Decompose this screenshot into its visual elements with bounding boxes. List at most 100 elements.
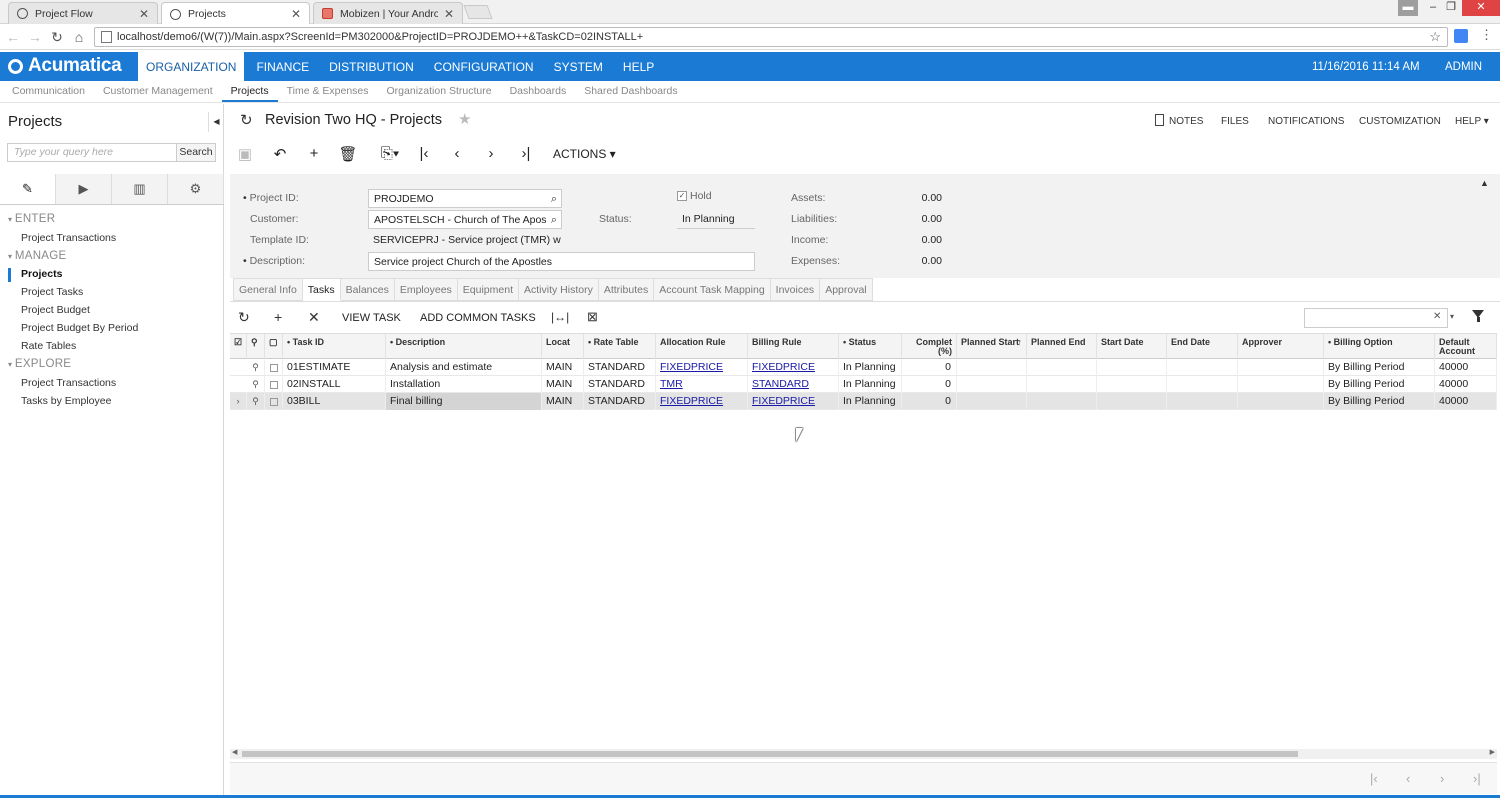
- subnav-organization-structure[interactable]: Organization Structure: [378, 81, 501, 102]
- header-datetime[interactable]: 11/16/2016 11:14 AM: [1312, 52, 1420, 82]
- cell-task-id[interactable]: 03BILL: [283, 393, 386, 410]
- notes-link[interactable]: NOTES: [1169, 116, 1203, 127]
- col-planned-end[interactable]: Planned End: [1027, 334, 1097, 359]
- subnav-customer-management[interactable]: Customer Management: [94, 81, 222, 102]
- cell-billing-option[interactable]: By Billing Period: [1324, 376, 1435, 393]
- cell-approver[interactable]: [1238, 376, 1324, 393]
- search-icon[interactable]: ⌕: [551, 211, 557, 228]
- help-link[interactable]: HELP ▾: [1455, 116, 1489, 127]
- customization-link[interactable]: CUSTOMIZATION: [1359, 116, 1441, 127]
- window-close-icon[interactable]: ✕: [1462, 0, 1500, 16]
- cell-rate-table[interactable]: STANDARD: [584, 393, 656, 410]
- next-record-icon[interactable]: ›: [481, 145, 501, 162]
- cell-start-date[interactable]: [1097, 359, 1167, 376]
- sidebar-item-project-tasks[interactable]: Project Tasks: [21, 286, 83, 298]
- browser-tab-projects[interactable]: Projects ✕: [161, 2, 310, 25]
- table-row-selected[interactable]: › ⚲ 03BILL Final billing MAIN STANDARD F…: [230, 393, 1497, 410]
- cell-description[interactable]: Installation: [386, 376, 542, 393]
- refresh-icon[interactable]: ↻: [240, 111, 253, 129]
- chevron-down-icon[interactable]: ▾: [1450, 312, 1454, 321]
- customer-field[interactable]: APOSTELSCH - Church of The Apos ⌕: [368, 210, 562, 229]
- col-approver[interactable]: Approver: [1238, 334, 1324, 359]
- col-planned-start[interactable]: Planned Start ↑: [957, 334, 1027, 359]
- browser-tab-project-flow[interactable]: Project Flow ✕: [8, 2, 158, 24]
- save-icon[interactable]: ▣: [235, 145, 255, 163]
- back-icon[interactable]: ←: [4, 28, 22, 46]
- browser-tab-mobizen[interactable]: Mobizen | Your Android ✕: [313, 2, 463, 24]
- delete-icon[interactable]: 🗑: [338, 145, 358, 163]
- cell-billing-rule-link[interactable]: FIXEDPRICE: [748, 393, 839, 410]
- table-row[interactable]: ⚲ 01ESTIMATE Analysis and estimate MAIN …: [230, 359, 1497, 376]
- attachment-icon[interactable]: ⚲: [247, 359, 265, 376]
- close-icon[interactable]: ✕: [291, 7, 301, 21]
- cell-end-date[interactable]: [1167, 359, 1238, 376]
- col-default-account[interactable]: Default Account: [1435, 334, 1497, 359]
- view-task-button[interactable]: VIEW TASK: [342, 312, 401, 324]
- profile-icon[interactable]: ▬: [1398, 0, 1418, 16]
- fit-columns-icon[interactable]: |↔|: [551, 310, 569, 324]
- close-icon[interactable]: ✕: [444, 7, 454, 21]
- last-record-icon[interactable]: ›|: [516, 145, 536, 162]
- actions-menu[interactable]: ACTIONS ▾: [553, 147, 616, 161]
- sidebar-item-rate-tables[interactable]: Rate Tables: [21, 340, 76, 352]
- export-excel-icon[interactable]: ⊠: [587, 309, 598, 325]
- col-completed[interactable]: Complet (%): [902, 334, 957, 359]
- first-record-icon[interactable]: |‹: [414, 145, 434, 162]
- cell-default-account[interactable]: 40000: [1435, 393, 1497, 410]
- cell-approver[interactable]: [1238, 393, 1324, 410]
- prev-record-icon[interactable]: ‹: [447, 145, 467, 162]
- sidebar-search-button[interactable]: Search: [176, 143, 216, 162]
- hold-checkbox[interactable]: ✓: [677, 191, 687, 201]
- tab-general-info[interactable]: General Info: [233, 278, 303, 301]
- acumatica-logo[interactable]: Acumatica: [8, 55, 122, 77]
- report-icon[interactable]: ▥: [112, 174, 168, 204]
- collapse-form-icon[interactable]: ▲: [1480, 178, 1489, 188]
- nav-finance[interactable]: FINANCE: [248, 52, 317, 81]
- tab-invoices[interactable]: Invoices: [770, 278, 821, 301]
- cell-allocation-rule-link[interactable]: TMR: [656, 376, 748, 393]
- tab-equipment[interactable]: Equipment: [457, 278, 519, 301]
- col-status[interactable]: • Status: [839, 334, 902, 359]
- cell-start-date[interactable]: [1097, 393, 1167, 410]
- undo-icon[interactable]: ↶: [270, 145, 290, 163]
- cell-completed[interactable]: 0: [902, 376, 957, 393]
- cell-rate-table[interactable]: STANDARD: [584, 376, 656, 393]
- sidebar-item-tasks-by-employee[interactable]: Tasks by Employee: [21, 395, 111, 407]
- subnav-time-expenses[interactable]: Time & Expenses: [278, 81, 378, 102]
- row-notes-icon[interactable]: [265, 376, 283, 393]
- nav-configuration[interactable]: CONFIGURATION: [426, 52, 542, 81]
- subnav-shared-dashboards[interactable]: Shared Dashboards: [575, 81, 686, 102]
- files-link[interactable]: FILES: [1221, 116, 1249, 127]
- sidebar-item-projects[interactable]: Projects: [21, 268, 62, 280]
- col-task-id[interactable]: • Task ID: [283, 334, 386, 359]
- sidebar-item-project-budget-by-period[interactable]: Project Budget By Period: [21, 322, 138, 334]
- description-field[interactable]: Service project Church of the Apostles: [368, 252, 755, 271]
- next-page-icon[interactable]: ›: [1440, 771, 1444, 786]
- reload-icon[interactable]: ↻: [48, 28, 66, 46]
- col-end-date[interactable]: End Date: [1167, 334, 1238, 359]
- cell-end-date[interactable]: [1167, 376, 1238, 393]
- sidebar-item-project-budget[interactable]: Project Budget: [21, 304, 90, 316]
- cell-status[interactable]: In Planning: [839, 376, 902, 393]
- tab-tasks[interactable]: Tasks: [302, 278, 341, 301]
- nav-distribution[interactable]: DISTRIBUTION: [321, 52, 422, 81]
- add-common-tasks-button[interactable]: ADD COMMON TASKS: [420, 312, 536, 324]
- translate-extension-icon[interactable]: [1454, 29, 1468, 43]
- tab-attributes[interactable]: Attributes: [598, 278, 655, 301]
- browser-menu-icon[interactable]: ⋮: [1480, 27, 1493, 43]
- tab-balances[interactable]: Balances: [340, 278, 395, 301]
- nav-organization[interactable]: ORGANIZATION: [138, 52, 245, 81]
- clear-icon[interactable]: ✕: [1433, 311, 1441, 322]
- edit-icon[interactable]: ✎: [0, 174, 56, 204]
- subnav-dashboards[interactable]: Dashboards: [501, 81, 576, 102]
- sidebar-item-project-transactions[interactable]: Project Transactions: [21, 232, 116, 244]
- select-all-icon[interactable]: ☑: [230, 334, 247, 359]
- cell-location[interactable]: MAIN: [542, 376, 584, 393]
- row-notes-icon[interactable]: [265, 359, 283, 376]
- attachment-icon[interactable]: ⚲: [247, 376, 265, 393]
- cell-end-date[interactable]: [1167, 393, 1238, 410]
- cell-allocation-rule-link[interactable]: FIXEDPRICE: [656, 359, 748, 376]
- new-tab-button[interactable]: [463, 5, 493, 19]
- cell-rate-table[interactable]: STANDARD: [584, 359, 656, 376]
- status-field[interactable]: In Planning: [677, 210, 755, 229]
